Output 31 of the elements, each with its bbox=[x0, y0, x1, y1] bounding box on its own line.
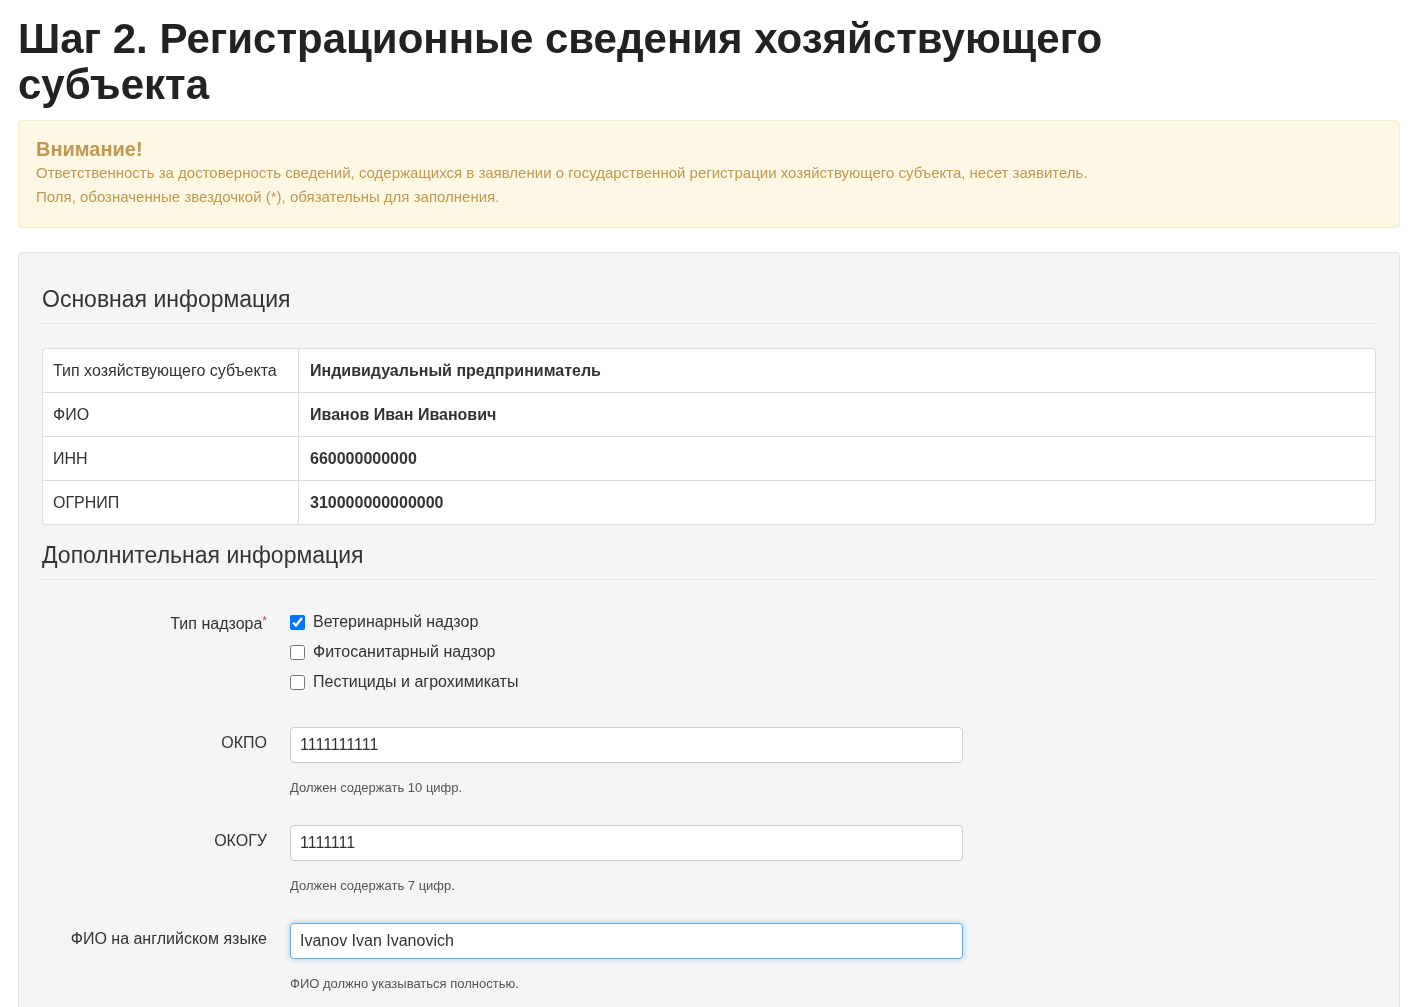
checkbox[interactable] bbox=[290, 674, 305, 690]
field-label: Тип надзора bbox=[170, 615, 263, 632]
table-cell: Тип хозяйствующего субъекта bbox=[43, 349, 299, 392]
help-text: Должен содержать 10 цифр. bbox=[290, 779, 464, 797]
checkbox[interactable] bbox=[290, 644, 305, 660]
help-text: Должен содержать 7 цифр. bbox=[290, 877, 456, 895]
section-title: Дополнительная информация bbox=[42, 539, 1376, 580]
alert-text: Поля, обозначенные звездочкой (*), обязательны для заполнения. bbox=[36, 187, 501, 207]
section-title: Основная информация bbox=[42, 283, 1376, 324]
required-mark: * bbox=[262, 614, 267, 628]
field-label: ОКПО bbox=[221, 734, 267, 751]
table-cell: ОГРНИП bbox=[43, 481, 299, 524]
alert-text: Ответственность за достоверность сведений, содержащихся в заявлении о государственной регистрации хозяйствующего субъекта, несет заявитель. bbox=[36, 163, 1089, 183]
table-cell-text: 660000000000 bbox=[309, 449, 418, 469]
page-title: Шаг 2. Регистрационные сведения хозяйствующего субъекта bbox=[18, 16, 1104, 108]
text-input[interactable]: 1111111111 bbox=[290, 727, 963, 763]
checkbox-label: Пестициды и агрохимикаты bbox=[313, 672, 519, 692]
table-cell-text: Иванов Иван Иванович bbox=[309, 405, 498, 425]
table-cell: ИНН bbox=[43, 437, 299, 480]
table-cell-text: 310000000000000 bbox=[309, 493, 445, 513]
text-input[interactable]: 1111111 bbox=[290, 825, 963, 861]
checkbox-label: Ветеринарный надзор bbox=[313, 612, 479, 632]
table-cell-text: Индивидуальный предприниматель bbox=[309, 361, 602, 381]
checkbox-label: Фитосанитарный надзор bbox=[313, 642, 496, 662]
field-label: ФИО на английском языке bbox=[70, 930, 267, 947]
field-label: ОКОГУ bbox=[214, 832, 267, 849]
help-text: ФИО должно указываться полностью. bbox=[290, 975, 520, 993]
text-input[interactable]: Ivanov Ivan Ivanovich bbox=[290, 923, 963, 959]
table-cell: ФИО bbox=[43, 393, 299, 436]
alert-title: Внимание! bbox=[36, 137, 144, 161]
checkbox[interactable] bbox=[290, 614, 305, 630]
